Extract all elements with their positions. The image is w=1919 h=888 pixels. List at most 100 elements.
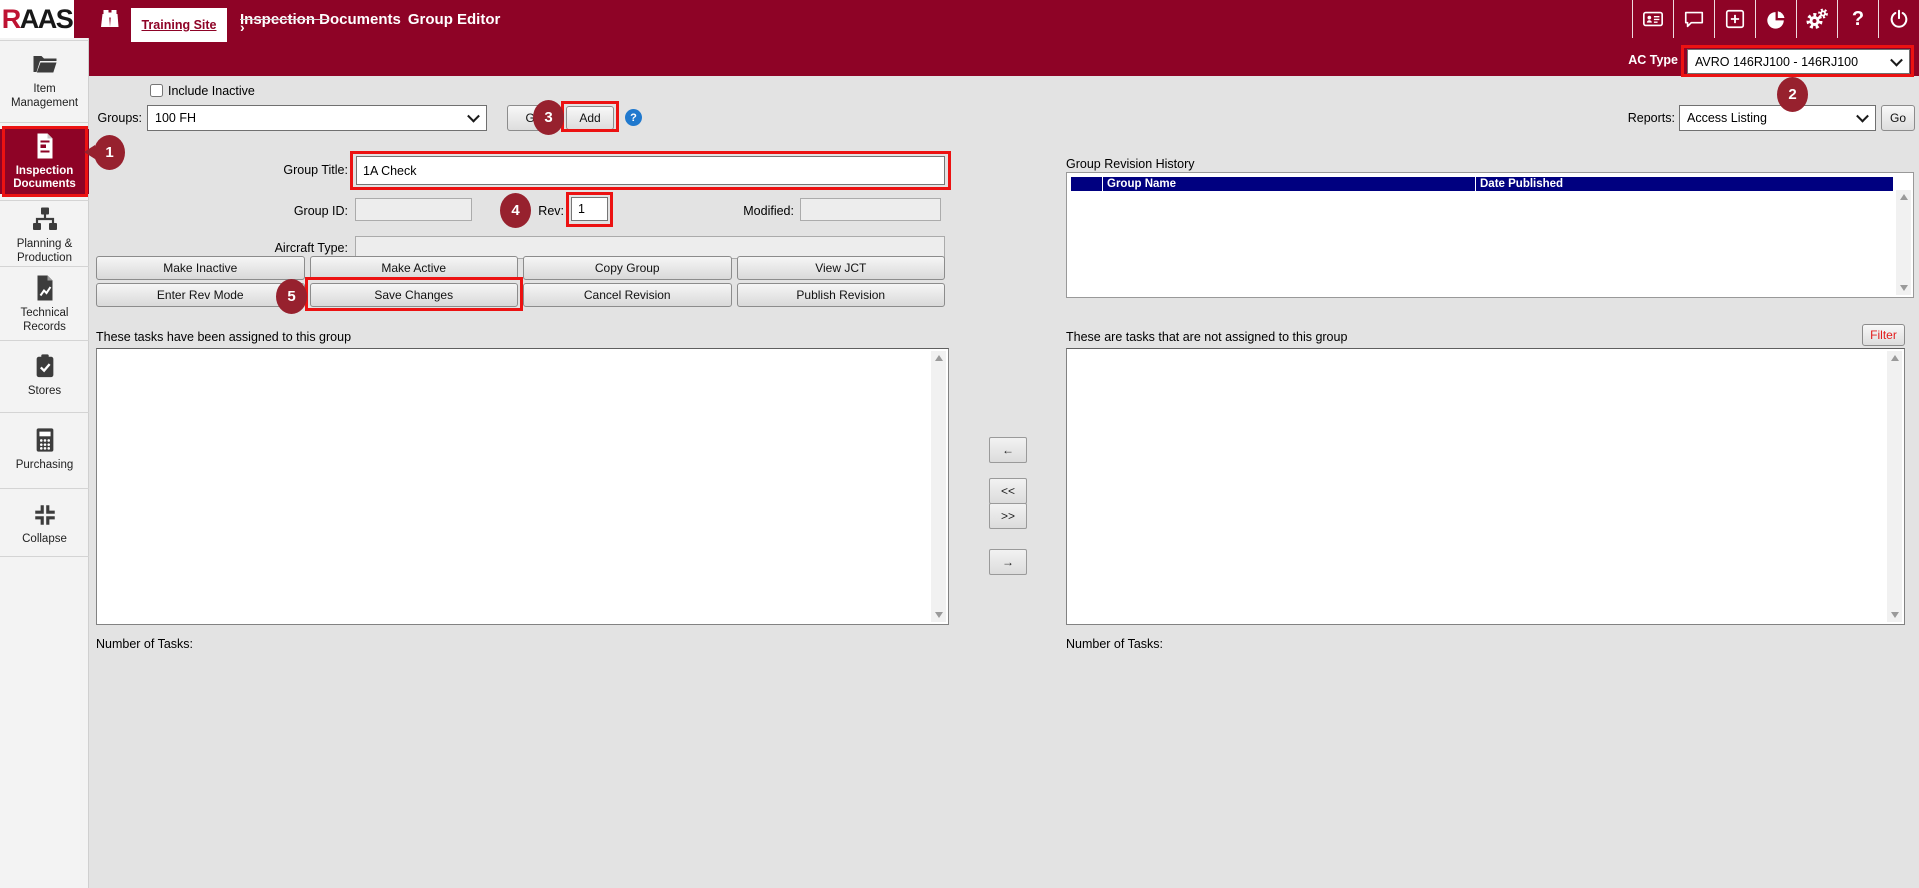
sidebar-item-collapse[interactable]: Collapse [0, 494, 89, 554]
copy-group-button[interactable]: Copy Group [523, 256, 732, 280]
publish-revision-label: Publish Revision [796, 288, 885, 302]
reports-go-button[interactable]: Go [1881, 105, 1915, 131]
arrow-right-icon: → [1002, 555, 1014, 569]
move-all-left-button[interactable]: << [989, 478, 1027, 504]
chevron-down-icon [1890, 53, 1903, 66]
cancel-revision-button[interactable]: Cancel Revision [523, 283, 732, 307]
reports-selected-value: Access Listing [1687, 111, 1767, 125]
scroll-down-icon[interactable] [1891, 612, 1899, 618]
groups-selected-value: 100 FH [155, 111, 196, 125]
breadcrumb-separator: › [240, 19, 329, 20]
breadcrumb-current: Group Editor [408, 11, 501, 28]
help-glyph: ? [630, 112, 637, 124]
groups-help-icon[interactable]: ? [625, 109, 642, 126]
group-id-label: Group ID: [230, 204, 348, 218]
training-site-tab[interactable]: Training Site [131, 8, 227, 42]
make-inactive-label: Make Inactive [163, 261, 237, 275]
sidebar-item-item-management[interactable]: Item Management [0, 46, 89, 116]
enter-rev-mode-button[interactable]: Enter Rev Mode [96, 283, 305, 307]
unassigned-tasks-listbox[interactable] [1066, 348, 1905, 625]
id-card-icon[interactable] [1632, 0, 1673, 38]
filter-button-label: Filter [1870, 328, 1897, 342]
clipboard-check-icon [32, 352, 58, 380]
move-all-right-button[interactable]: >> [989, 503, 1027, 529]
revision-history-header-row: Group Name Date Published [1071, 177, 1893, 191]
filter-button[interactable]: Filter [1862, 324, 1905, 346]
sidebar-item-stores[interactable]: Stores [0, 344, 89, 406]
messages-chat-icon[interactable] [1673, 0, 1714, 38]
move-task-left-button[interactable]: ← [989, 437, 1027, 463]
move-task-right-button[interactable]: → [989, 549, 1027, 575]
view-jct-label: View JCT [815, 261, 866, 275]
groups-select[interactable]: 100 FH [147, 105, 487, 131]
raas-logo: RAAS [0, 0, 74, 38]
revision-history-scrollbar[interactable] [1896, 190, 1911, 295]
sidebar-item-label: Stores [28, 385, 61, 398]
enter-rev-mode-label: Enter Rev Mode [157, 288, 244, 302]
save-changes-label: Save Changes [374, 288, 453, 302]
make-inactive-button[interactable]: Make Inactive [96, 256, 305, 280]
scroll-down-icon[interactable] [935, 612, 943, 618]
copy-group-label: Copy Group [595, 261, 660, 275]
make-active-button[interactable]: Make Active [310, 256, 519, 280]
logout-power-icon[interactable] [1878, 0, 1919, 38]
include-inactive-checkbox[interactable] [150, 84, 163, 97]
reports-label: Reports: [1609, 111, 1675, 125]
scroll-up-icon[interactable] [1900, 194, 1908, 200]
aircraft-type-label: Aircraft Type: [230, 241, 348, 255]
go-button-label: Go [525, 111, 541, 125]
revision-history-title: Group Revision History [1066, 157, 1195, 171]
publish-revision-button[interactable]: Publish Revision [737, 283, 946, 307]
sidebar-item-technical-records[interactable]: Technical Records [0, 269, 89, 339]
group-id-input [355, 198, 472, 221]
save-changes-button[interactable]: Save Changes [310, 283, 519, 307]
search-binoculars-icon[interactable] [98, 8, 122, 30]
assigned-tasks-listbox[interactable] [96, 348, 949, 625]
view-jct-button[interactable]: View JCT [737, 256, 946, 280]
reports-pie-chart-icon[interactable] [1755, 0, 1796, 38]
unassigned-tasks-label: These are tasks that are not assigned to… [1066, 330, 1347, 344]
rev-input[interactable] [571, 197, 608, 221]
assigned-tasks-label: These tasks have been assigned to this g… [96, 330, 351, 344]
scroll-up-icon[interactable] [935, 355, 943, 361]
column-header-group-name[interactable]: Group Name [1103, 177, 1476, 191]
annotation-step-1: 1 [94, 135, 125, 170]
scroll-down-icon[interactable] [1900, 285, 1908, 291]
revision-history-table: Group Name Date Published [1066, 172, 1914, 298]
group-title-input[interactable] [356, 156, 945, 185]
unassigned-tasks-scrollbar[interactable] [1887, 351, 1902, 622]
add-group-button[interactable]: Add [566, 106, 614, 130]
rev-label: Rev: [510, 204, 564, 218]
chevron-down-icon [467, 110, 480, 123]
cancel-revision-label: Cancel Revision [584, 288, 671, 302]
scroll-up-icon[interactable] [1891, 355, 1899, 361]
sidebar-item-label: Planning & Production [0, 238, 89, 264]
unassigned-number-of-tasks-label: Number of Tasks: [1066, 637, 1163, 651]
sidebar-item-inspection-documents[interactable]: Inspection Documents [0, 129, 89, 194]
collapse-icon [32, 502, 58, 528]
group-title-label: Group Title: [230, 163, 348, 177]
assigned-tasks-scrollbar[interactable] [931, 351, 946, 622]
ac-type-select[interactable]: AVRO 146RJ100 - 146RJ100 [1687, 49, 1910, 74]
folder-icon [30, 52, 60, 78]
reports-select[interactable]: Access Listing [1679, 105, 1876, 131]
logo-letters-aas: AAS [20, 4, 73, 35]
calculator-icon [32, 426, 58, 454]
revision-history-blank-column [1071, 177, 1103, 191]
sidebar-item-label: Inspection Documents [0, 165, 89, 191]
ac-type-label: AC Type [1600, 53, 1678, 67]
assigned-number-of-tasks-label: Number of Tasks: [96, 637, 193, 651]
add-record-icon[interactable] [1714, 0, 1755, 38]
sidebar-item-label: Purchasing [16, 459, 74, 472]
help-question-icon[interactable]: ? [1837, 0, 1878, 38]
add-button-label: Add [579, 111, 600, 125]
reports-go-label: Go [1890, 111, 1906, 125]
modified-label: Modified: [690, 204, 794, 218]
column-header-date-published[interactable]: Date Published [1476, 177, 1893, 191]
sidebar-item-planning-production[interactable]: Planning & Production [0, 204, 89, 266]
groups-go-button[interactable]: Go [507, 105, 560, 131]
sidebar-item-purchasing[interactable]: Purchasing [0, 418, 89, 480]
header-icon-row: ? [1632, 0, 1919, 38]
settings-gears-icon[interactable] [1796, 0, 1837, 38]
logo-letter-r: R [2, 4, 20, 35]
